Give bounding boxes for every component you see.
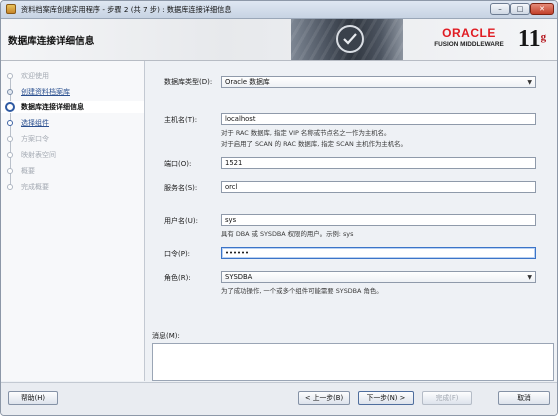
db-type-select[interactable]: Oracle 数据库 ▼	[221, 76, 536, 88]
next-button[interactable]: 下一步(N) >	[358, 391, 414, 405]
button-bar: 帮助(H) < 上一步(B) 下一步(N) > 完成(F) 取消	[1, 382, 557, 415]
messages-label: 消息(M):	[152, 332, 180, 340]
finish-button: 完成(F)	[422, 391, 472, 405]
messages-area[interactable]	[152, 343, 554, 381]
app-icon	[6, 4, 16, 14]
role-value: SYSDBA	[225, 273, 253, 281]
port-input[interactable]: 1521	[221, 157, 536, 169]
step-map-tablespaces: 映射表空间	[1, 149, 144, 161]
back-button[interactable]: < 上一步(B)	[298, 391, 350, 405]
host-hint-scan: 对于启用了 SCAN 的 RAC 数据库, 指定 SCAN 主机作为主机名。	[221, 140, 407, 148]
window-title: 资料档案库创建实用程序 - 步骤 2 (共 7 步) : 数据库连接详细信息	[21, 5, 232, 14]
wizard-window: 资料档案库创建实用程序 - 步骤 2 (共 7 步) : 数据库连接详细信息 –…	[0, 0, 558, 416]
banner-graphic	[291, 19, 403, 60]
chevron-down-icon: ▼	[527, 274, 532, 281]
version-badge: 11g	[511, 22, 553, 56]
step-dot	[7, 136, 13, 142]
username-input[interactable]: sys	[221, 214, 536, 226]
service-label: 服务名(S):	[164, 184, 198, 192]
step-dot	[7, 152, 13, 158]
chevron-down-icon: ▼	[527, 79, 532, 86]
step-label: 数据库连接详细信息	[21, 103, 84, 111]
db-type-value: Oracle 数据库	[225, 78, 270, 86]
step-schema-password: 方案口令	[1, 133, 144, 145]
cancel-button[interactable]: 取消	[498, 391, 550, 405]
password-input[interactable]: ••••••	[221, 247, 536, 259]
step-label: 映射表空间	[21, 151, 56, 159]
step-dot	[7, 184, 13, 190]
oracle-logo: ORACLE FUSION MIDDLEWARE	[426, 26, 512, 48]
step-label: 方案口令	[21, 135, 49, 143]
maximize-button[interactable]: □	[510, 3, 530, 15]
step-dot	[7, 120, 13, 126]
product-name: FUSION MIDDLEWARE	[434, 41, 504, 48]
oracle-wordmark: ORACLE	[442, 26, 496, 40]
username-label: 用户名(U):	[164, 217, 198, 225]
close-button[interactable]: ✕	[530, 3, 554, 15]
step-label: 欢迎使用	[21, 72, 49, 80]
host-hint-rac: 对于 RAC 数据库, 指定 VIP 名称或节点名之一作为主机名。	[221, 129, 391, 137]
version-number: 11	[517, 26, 541, 52]
port-label: 端口(O):	[164, 160, 192, 168]
step-dot	[7, 168, 13, 174]
help-button[interactable]: 帮助(H)	[8, 391, 58, 405]
step-select-components[interactable]: 选择组件	[1, 117, 144, 129]
password-label: 口令(P):	[164, 250, 191, 258]
gear-icon	[336, 25, 364, 53]
title-bar: 资料档案库创建实用程序 - 步骤 2 (共 7 步) : 数据库连接详细信息 –…	[1, 1, 557, 19]
role-hint: 为了成功操作, 一个或多个组件可能需要 SYSDBA 角色。	[221, 287, 383, 295]
service-name-input[interactable]: orcl	[221, 181, 536, 193]
step-label: 概要	[21, 167, 35, 175]
step-welcome: 欢迎使用	[1, 70, 144, 82]
connection-form: 数据库类型(D): Oracle 数据库 ▼ 主机名(T): localhost…	[145, 61, 557, 381]
step-dot	[7, 89, 13, 95]
checkmark-icon	[343, 33, 357, 45]
step-create-repository[interactable]: 创建资料档案库	[1, 86, 144, 98]
host-input[interactable]: localhost	[221, 113, 536, 125]
step-summary: 概要	[1, 165, 144, 177]
header-banner: 数据库连接详细信息 ORACLE FUSION MIDDLEWARE 11g	[1, 19, 557, 61]
step-db-connection[interactable]: 数据库连接详细信息	[1, 101, 144, 113]
minimize-button[interactable]: –	[490, 3, 510, 15]
role-label: 角色(R):	[164, 274, 191, 282]
step-label: 选择组件	[21, 119, 49, 127]
role-select[interactable]: SYSDBA ▼	[221, 271, 536, 283]
step-dot-current	[5, 102, 15, 112]
step-label: 创建资料档案库	[21, 88, 70, 96]
username-hint: 具有 DBA 或 SYSDBA 权限的用户。示例: sys	[221, 230, 354, 238]
step-completion-summary: 完成概要	[1, 181, 144, 193]
version-suffix: g	[540, 31, 547, 43]
step-dot	[7, 73, 13, 79]
host-label: 主机名(T):	[164, 116, 198, 124]
db-type-label: 数据库类型(D):	[164, 78, 213, 86]
step-label: 完成概要	[21, 183, 49, 191]
step-navigation: 欢迎使用 创建资料档案库 数据库连接详细信息 选择组件 方案口令 映射表空间 概…	[1, 61, 145, 381]
page-title: 数据库连接详细信息	[8, 36, 95, 47]
